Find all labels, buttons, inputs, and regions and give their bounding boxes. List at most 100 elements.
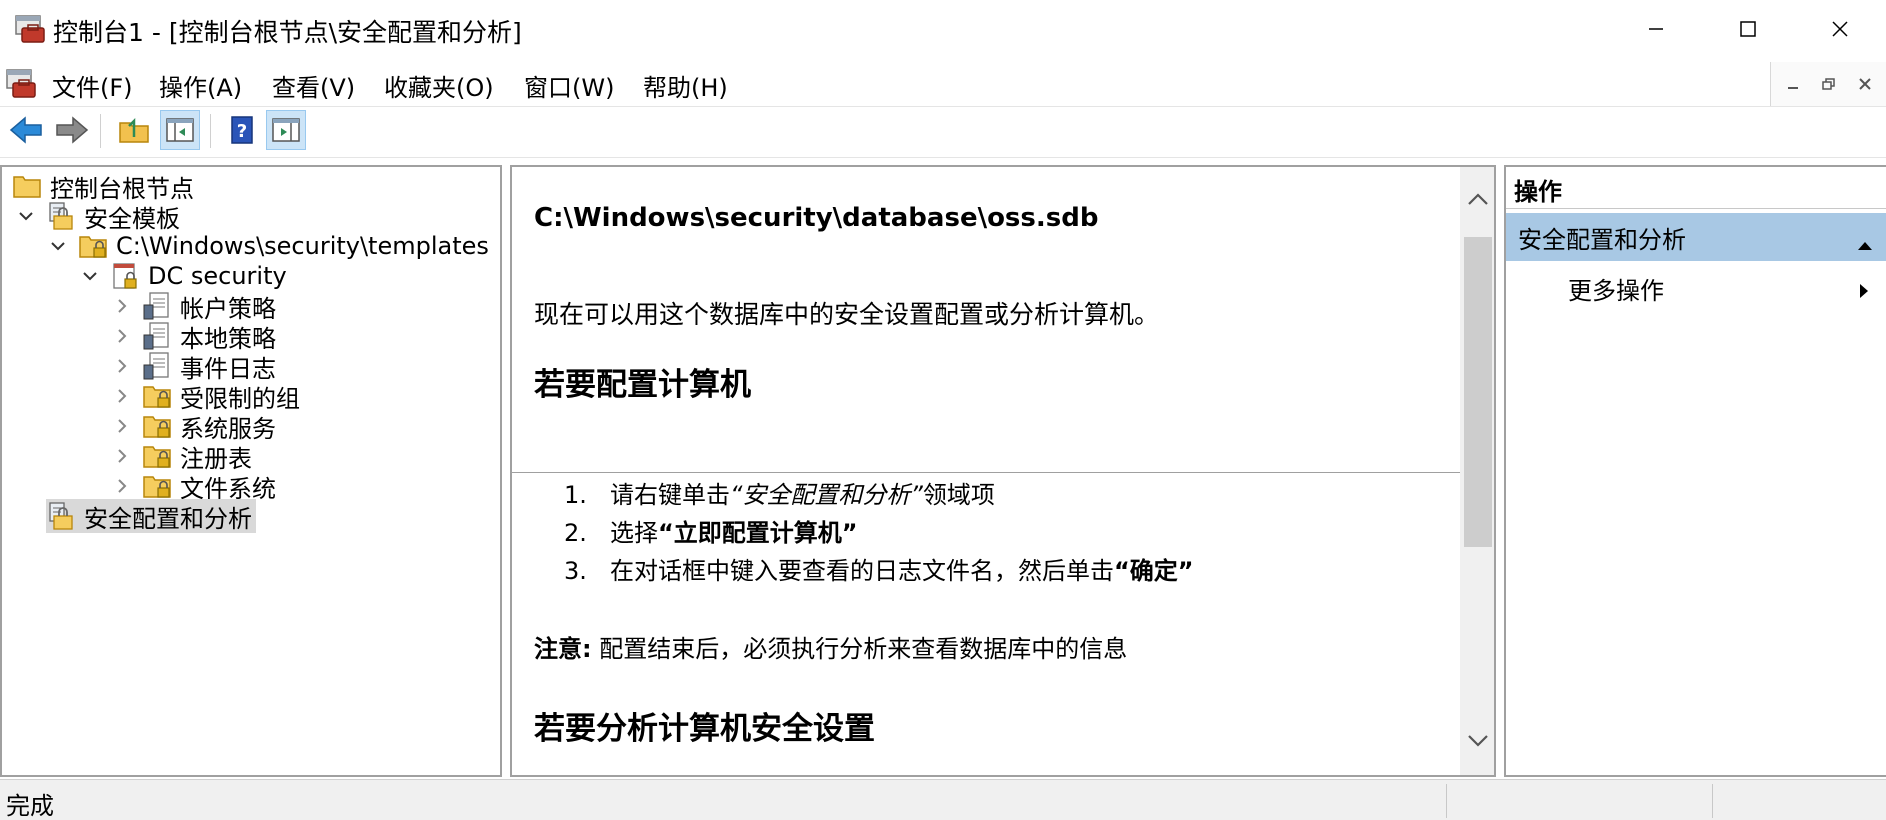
back-button[interactable]: [6, 110, 46, 150]
chevron-right-icon[interactable]: [110, 444, 134, 468]
submenu-arrow-icon[interactable]: [1858, 277, 1870, 306]
show-hide-action-pane-button[interactable]: [266, 110, 306, 150]
analyze-heading: 若要分析计算机安全设置: [534, 711, 875, 747]
restore-icon: [1822, 78, 1835, 90]
security-analysis-icon: [46, 501, 76, 531]
maximize-icon: [1740, 21, 1756, 37]
close-icon: [1859, 78, 1871, 90]
menu-help[interactable]: 帮助(H): [643, 68, 728, 103]
scroll-down-button[interactable]: [1464, 727, 1492, 755]
up-one-level-button[interactable]: [114, 110, 154, 150]
chevron-right-icon[interactable]: [110, 294, 134, 318]
locked-folder-icon: [78, 231, 108, 261]
minimize-icon: [1649, 28, 1663, 30]
actions-section-label: 安全配置和分析: [1518, 225, 1686, 254]
folder-up-icon: [119, 117, 149, 143]
chevron-right-icon[interactable]: [110, 354, 134, 378]
console-tree-icon: [166, 118, 194, 142]
minimize-button[interactable]: [1610, 0, 1702, 58]
svg-text:?: ?: [237, 121, 247, 142]
chevron-right-icon[interactable]: [110, 324, 134, 348]
section-divider: [512, 472, 1460, 473]
chevron-right-icon[interactable]: [110, 414, 134, 438]
close-button[interactable]: [1794, 0, 1886, 58]
tree-item-security-config-analysis[interactable]: 安全配置和分析: [46, 499, 256, 533]
note-label: 注意:: [534, 635, 592, 663]
step-item: 2. 选择“立即配置计算机”: [564, 513, 858, 548]
policy-icon: [142, 351, 172, 381]
note-text: 配置结束后，必须执行分析来查看数据库中的信息: [591, 635, 1128, 663]
intro-text: 现在可以用这个数据库中的安全设置配置或分析计算机。: [534, 300, 1160, 329]
actions-header: 操作: [1506, 171, 1886, 209]
step-number: 3.: [564, 557, 587, 585]
database-path: C:\Windows\security\database\oss.sdb: [534, 203, 1099, 233]
status-separator: [1446, 784, 1447, 818]
tree-item-security-templates[interactable]: 安全模板: [14, 199, 180, 233]
policy-icon: [142, 321, 172, 351]
locked-folder-icon: [142, 411, 172, 441]
console-tree-pane: 控制台根节点 安全模板 C:\Windows\security\template…: [0, 165, 502, 777]
locked-folder-icon: [142, 471, 172, 501]
status-separator: [1712, 784, 1713, 818]
help-button[interactable]: ?: [222, 110, 262, 150]
mmc-document-icon[interactable]: [4, 66, 38, 100]
security-template-icon: [110, 261, 140, 291]
show-hide-console-tree-button[interactable]: [160, 110, 200, 150]
menu-file[interactable]: 文件(F): [52, 68, 133, 103]
step-item: 3. 在对话框中键入要查看的日志文件名，然后单击“确定”: [564, 551, 1194, 586]
step-number: 2.: [564, 519, 587, 547]
chevron-down-icon: [1468, 735, 1488, 747]
collapse-triangle-icon[interactable]: [1856, 229, 1874, 257]
chevron-down-icon[interactable]: [14, 204, 38, 228]
policy-icon: [142, 291, 172, 321]
vertical-scrollbar[interactable]: [1460, 167, 1494, 775]
step-text: 选择: [610, 519, 658, 547]
back-arrow-icon: [9, 116, 42, 144]
step-text: 领域项: [922, 481, 995, 509]
help-icon: ?: [231, 116, 253, 144]
mdi-minimize-button[interactable]: [1779, 70, 1807, 98]
forward-button[interactable]: [52, 110, 92, 150]
action-pane-icon: [272, 118, 300, 142]
locked-folder-icon: [142, 441, 172, 471]
chevron-down-icon[interactable]: [78, 264, 102, 288]
chevron-right-icon[interactable]: [110, 474, 134, 498]
chevron-right-icon[interactable]: [110, 384, 134, 408]
close-icon: [1832, 21, 1848, 37]
mmc-app-icon[interactable]: [14, 12, 46, 44]
toolbar-separator: [210, 114, 211, 148]
maximize-button[interactable]: [1702, 0, 1794, 58]
step-text: 请右键单击: [610, 481, 730, 509]
toolbar-separator: [100, 114, 101, 148]
title-bar: 控制台1 - [控制台根节点\安全配置和分析]: [0, 0, 1886, 58]
actions-pane: 操作 安全配置和分析 更多操作: [1504, 165, 1886, 777]
step-strong: “立即配置计算机”: [658, 519, 858, 547]
menu-window[interactable]: 窗口(W): [524, 68, 614, 103]
status-bar: 完成: [0, 779, 1886, 820]
forward-arrow-icon: [56, 116, 89, 144]
tree-item-label: DC security: [148, 262, 287, 290]
tree-item-label: 安全配置和分析: [84, 504, 252, 533]
scrollbar-thumb[interactable]: [1464, 237, 1492, 547]
menu-view[interactable]: 查看(V): [272, 68, 355, 103]
mdi-restore-button[interactable]: [1815, 70, 1843, 98]
actions-section-header[interactable]: 安全配置和分析: [1506, 213, 1886, 261]
menu-action[interactable]: 操作(A): [159, 68, 242, 103]
note-line: 注意: 配置结束后，必须执行分析来查看数据库中的信息: [534, 629, 1127, 664]
folder-icon: [12, 171, 42, 201]
step-item: 1. 请右键单击“安全配置和分析”领域项: [564, 475, 995, 510]
mdi-close-button[interactable]: [1851, 70, 1879, 98]
mdi-window-controls: [1770, 62, 1886, 106]
locked-folder-icon: [142, 381, 172, 411]
minimize-icon: [1788, 87, 1798, 89]
chevron-down-icon[interactable]: [46, 234, 70, 258]
scroll-up-button[interactable]: [1464, 185, 1492, 213]
step-text: 在对话框中键入要查看的日志文件名，然后单击: [610, 557, 1114, 585]
more-actions-item[interactable]: 更多操作: [1568, 271, 1664, 306]
result-pane: C:\Windows\security\database\oss.sdb 现在可…: [510, 165, 1496, 777]
step-number: 1.: [564, 481, 587, 509]
window-title: 控制台1 - [控制台根节点\安全配置和分析]: [53, 18, 522, 47]
menu-favorites[interactable]: 收藏夹(O): [384, 68, 494, 103]
tree-item-templates-path[interactable]: C:\Windows\security\templates: [46, 229, 489, 263]
security-templates-icon: [46, 201, 76, 231]
